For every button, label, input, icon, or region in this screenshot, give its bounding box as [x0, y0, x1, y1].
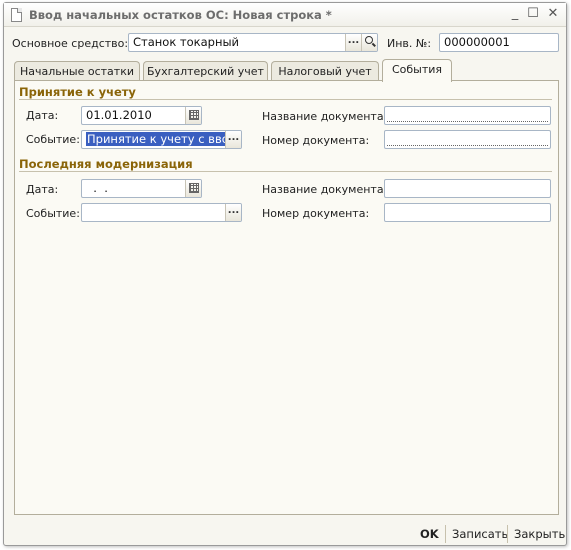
modernization-date-value: . .	[86, 181, 108, 195]
modernization-doc-number-label: Номер документа:	[262, 207, 370, 220]
calendar-icon	[189, 183, 199, 193]
tab-events[interactable]: События	[382, 59, 452, 82]
modernization-event-select-button[interactable]: ...	[225, 204, 241, 221]
window-title: Ввод начальных остатков ОС: Новая строка…	[29, 8, 332, 22]
inv-number-label: Инв. №:	[387, 37, 432, 50]
modernization-event-label: Событие:	[26, 207, 80, 220]
modernization-doc-name-label: Название документа:	[262, 183, 388, 196]
modernization-date-field[interactable]: . .	[81, 179, 202, 198]
acceptance-date-label: Дата:	[26, 109, 59, 122]
acceptance-event-select-button[interactable]: ...	[225, 131, 241, 148]
acceptance-doc-number-field[interactable]	[384, 130, 551, 149]
asset-label: Основное средство:	[12, 37, 129, 50]
title-bar[interactable]: Ввод начальных остатков ОС: Новая строка…	[4, 3, 566, 27]
asset-value: Станок токарный	[133, 35, 240, 49]
acceptance-divider	[19, 99, 552, 100]
ok-button[interactable]: OK	[420, 527, 439, 541]
acceptance-date-picker-button[interactable]	[185, 107, 201, 124]
acceptance-date-field[interactable]: 01.01.2010	[81, 106, 202, 125]
modernization-doc-name-field[interactable]	[384, 179, 551, 198]
close-dialog-button[interactable]: Закрыть	[514, 527, 565, 541]
footer-separator	[445, 525, 446, 543]
footer-separator	[507, 525, 508, 543]
asset-select-button[interactable]: ...	[345, 34, 361, 51]
tab-accounting[interactable]: Бухгалтерский учет	[143, 61, 268, 81]
document-icon	[11, 8, 22, 22]
maximize-button[interactable]: ☐	[525, 6, 541, 22]
acceptance-event-label: Событие:	[26, 133, 80, 146]
close-button[interactable]: ✕	[545, 6, 561, 22]
modernization-doc-number-field[interactable]	[384, 203, 551, 222]
acceptance-event-value: Принятие к учету с вводом	[86, 132, 241, 146]
acceptance-doc-name-field[interactable]	[384, 106, 551, 125]
asset-field[interactable]: Станок токарный ...	[128, 33, 378, 52]
modernization-date-picker-button[interactable]	[185, 180, 201, 197]
modernization-divider	[19, 171, 552, 172]
dialog-window: Ввод начальных остатков ОС: Новая строка…	[3, 2, 567, 546]
tab-initial-balances[interactable]: Начальные остатки	[14, 61, 140, 81]
calendar-icon	[189, 110, 199, 120]
acceptance-event-field[interactable]: Принятие к учету с вводом ...	[81, 130, 242, 149]
minimize-button[interactable]: _	[507, 6, 523, 22]
search-icon	[365, 36, 373, 44]
acceptance-date-value: 01.01.2010	[86, 108, 152, 122]
acceptance-group-title: Принятие к учету	[19, 85, 136, 99]
save-button[interactable]: Записать	[452, 527, 508, 541]
inv-number-field[interactable]: 000000001	[439, 33, 559, 52]
tab-tax-accounting[interactable]: Налоговый учет	[271, 61, 379, 81]
modernization-group-title: Последняя модернизация	[19, 157, 193, 171]
asset-search-button[interactable]	[361, 34, 377, 51]
acceptance-doc-name-label: Название документа:	[262, 110, 388, 123]
modernization-date-label: Дата:	[26, 183, 59, 196]
acceptance-doc-number-label: Номер документа:	[262, 134, 370, 147]
modernization-event-field[interactable]: ...	[81, 203, 242, 222]
